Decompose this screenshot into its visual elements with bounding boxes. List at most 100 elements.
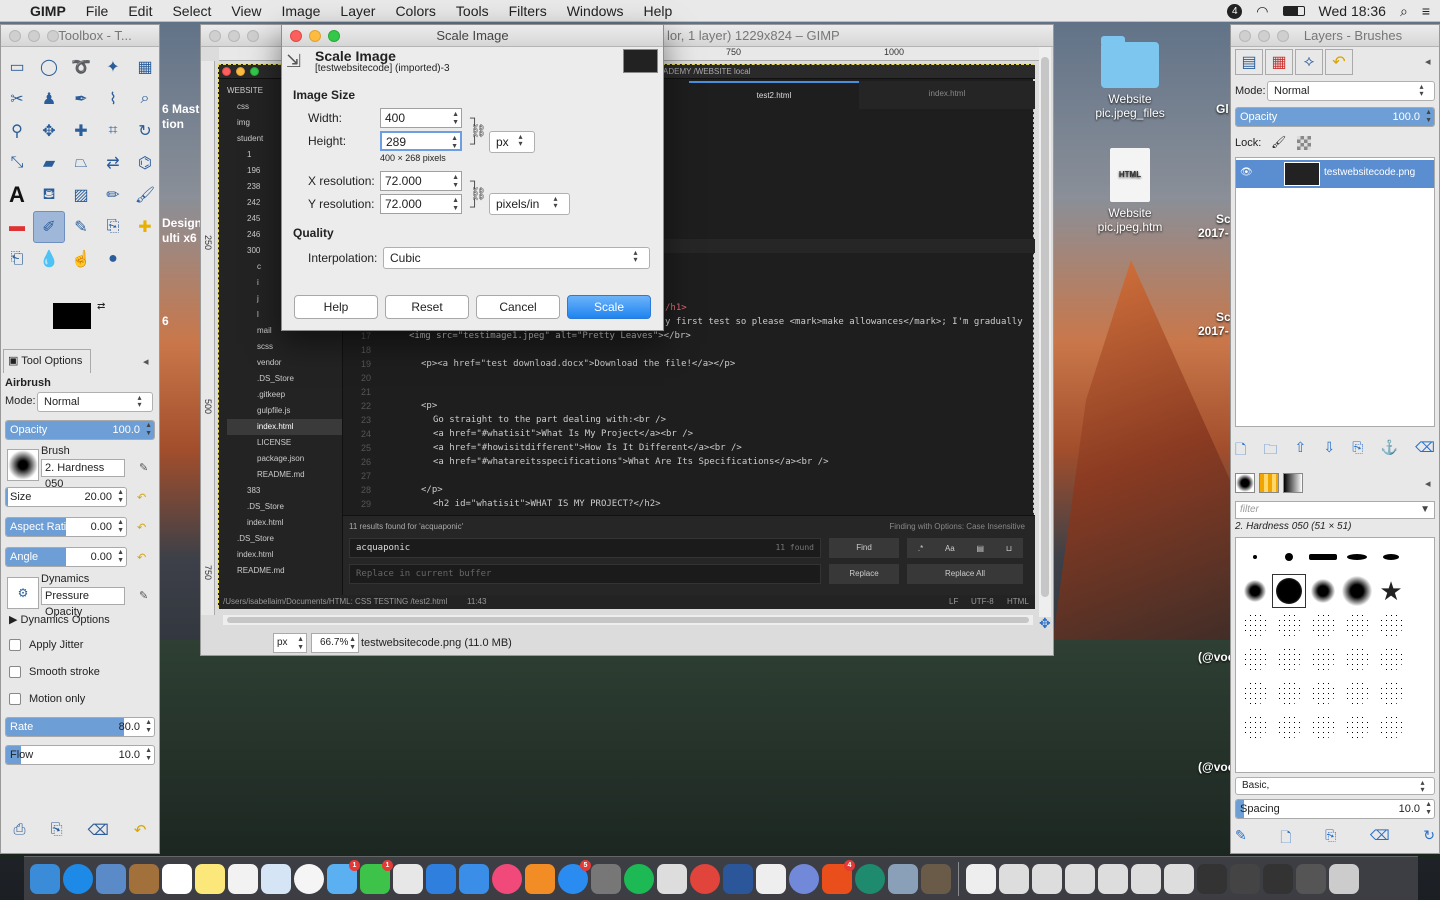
resolution-unit-select[interactable]: pixels/in — [489, 193, 570, 215]
smudge-icon[interactable]: ☝ — [65, 243, 97, 275]
paths-icon[interactable]: ✒ — [65, 83, 97, 115]
document-icon[interactable] — [756, 863, 786, 894]
size-slider[interactable]: Size 20.00 ▲ ▼ — [5, 487, 127, 507]
duplicate-layer-icon[interactable]: ⎘ — [1352, 439, 1363, 463]
ibooks-icon[interactable] — [525, 863, 555, 894]
window-thumbnail[interactable] — [1164, 863, 1194, 894]
brush-swatch[interactable] — [1340, 642, 1374, 676]
bucket-fill-icon[interactable]: ⛾ — [33, 179, 65, 211]
dynamics-icon[interactable]: ⚙ — [7, 577, 39, 609]
close-icon[interactable] — [290, 30, 302, 42]
zoom-select[interactable]: 66.7% ▲ ▼ — [311, 633, 359, 653]
brush-swatch[interactable] — [1306, 642, 1340, 676]
menu-select[interactable]: Select — [162, 0, 221, 22]
window-thumbnail[interactable] — [999, 863, 1029, 894]
spin-arrows-icon[interactable]: ▲ ▼ — [117, 489, 124, 505]
spin-arrows-icon[interactable]: ▲ ▼ — [452, 197, 459, 213]
aspect-ratio-slider[interactable]: Aspect Ratio 0.00 ▲ ▼ — [5, 517, 127, 537]
brush-swatch[interactable] — [1272, 540, 1306, 574]
spacing-slider[interactable]: Spacing 10.0 ▲ ▼ — [1235, 799, 1435, 819]
restore-options-icon[interactable]: ⎘ — [51, 821, 63, 839]
vertical-scrollbar[interactable] — [1039, 47, 1051, 617]
app-store-icon[interactable]: 5 — [558, 859, 591, 894]
channels-tab-icon[interactable]: ▦ — [1265, 49, 1293, 75]
save-options-icon[interactable]: ⎙ — [14, 821, 26, 839]
spin-arrows-icon[interactable]: ▲ ▼ — [1425, 109, 1432, 125]
cancel-button[interactable]: Cancel — [476, 295, 560, 319]
menu-windows[interactable]: Windows — [557, 0, 634, 22]
brush-preview[interactable] — [7, 449, 39, 481]
align-icon[interactable]: ✚ — [65, 115, 97, 147]
cage-icon[interactable]: ⌬ — [129, 147, 161, 179]
flow-slider[interactable]: Flow 10.0 ▲ ▼ — [5, 745, 155, 765]
system-preferences-icon[interactable] — [591, 863, 621, 894]
scale-icon[interactable]: ⤡ — [1, 147, 33, 179]
brush-swatch[interactable] — [1238, 710, 1272, 744]
brush-swatch[interactable] — [1238, 540, 1272, 574]
maps-icon[interactable] — [261, 863, 291, 894]
brush-preset-select[interactable]: Basic, — [1235, 777, 1435, 795]
reset-icon[interactable]: ↶ — [137, 491, 151, 505]
edit-brush-icon[interactable]: ✎ — [1235, 827, 1247, 851]
chevron-down-icon[interactable]: ▼ — [1420, 502, 1430, 518]
layer-mode-select[interactable]: Normal — [1267, 81, 1435, 101]
mode-select[interactable]: Normal — [37, 392, 153, 412]
perspective-icon[interactable]: ⏢ — [65, 147, 97, 179]
gimp-icon[interactable] — [921, 863, 951, 894]
scale-button[interactable]: Scale — [567, 295, 651, 319]
menu-edit[interactable]: Edit — [118, 0, 162, 22]
brushes-tab-icon[interactable] — [1235, 473, 1255, 493]
clone-icon[interactable]: ⎘ — [97, 211, 129, 243]
layers-tab-icon[interactable]: ▤ — [1235, 49, 1263, 75]
lock-alpha-icon[interactable] — [1297, 136, 1311, 150]
airbrush-icon[interactable]: ✐ — [33, 211, 65, 243]
text-icon[interactable]: A — [1, 179, 33, 211]
numbers-icon[interactable] — [426, 863, 456, 894]
brush-swatch[interactable] — [1374, 540, 1408, 574]
textedit-icon[interactable] — [393, 863, 423, 894]
foreground-color[interactable] — [53, 303, 91, 329]
undo-history-tab-icon[interactable]: ↶ — [1325, 49, 1353, 75]
brush-swatch[interactable] — [1238, 574, 1272, 608]
chrome-icon[interactable] — [690, 863, 720, 894]
help-button[interactable]: Help — [294, 295, 378, 319]
brush-swatch[interactable] — [1374, 608, 1408, 642]
crop-icon[interactable]: ⌗ — [97, 115, 129, 147]
spin-arrows-icon[interactable]: ▲ ▼ — [145, 719, 152, 735]
spotify-icon[interactable] — [624, 863, 654, 894]
window-thumbnail[interactable] — [1296, 863, 1326, 894]
clock[interactable]: Wed 18:36 — [1319, 3, 1386, 19]
window-controls[interactable] — [9, 30, 59, 42]
eraser-icon[interactable]: ▬ — [1, 211, 33, 243]
spin-arrows-icon[interactable]: ▲ ▼ — [145, 422, 152, 438]
spotlight-icon[interactable]: ⌕ — [1400, 3, 1408, 20]
brush-swatch[interactable] — [1340, 710, 1374, 744]
window-thumbnail[interactable] — [1065, 863, 1095, 894]
reset-button[interactable]: Reset — [385, 295, 469, 319]
spin-arrows-icon[interactable]: ▲ ▼ — [117, 519, 124, 535]
smooth-stroke-checkbox[interactable]: Smooth stroke — [9, 666, 100, 678]
brush-swatch[interactable] — [1374, 676, 1408, 710]
brush-swatch[interactable] — [1340, 608, 1374, 642]
rate-slider[interactable]: Rate 80.0 ▲ ▼ — [5, 717, 155, 737]
reset-options-icon[interactable]: ↶ — [134, 821, 147, 839]
spin-arrows-icon[interactable]: ▲ ▼ — [451, 135, 458, 151]
facetime-icon[interactable]: 1 — [360, 859, 393, 894]
panel-menu-icon[interactable]: ◂ — [143, 355, 157, 369]
brush-swatch[interactable] — [1306, 540, 1340, 574]
brush-swatch[interactable] — [1272, 710, 1306, 744]
dodge-burn-icon[interactable]: ● — [97, 243, 129, 275]
window-thumbnail[interactable] — [1263, 863, 1293, 894]
apply-jitter-checkbox[interactable]: Apply Jitter — [9, 639, 83, 651]
brush-swatch[interactable] — [1238, 608, 1272, 642]
rect-select-icon[interactable]: ▭ — [1, 51, 33, 83]
window-thumbnail[interactable] — [1131, 863, 1161, 894]
word-icon[interactable] — [723, 863, 753, 894]
delete-layer-icon[interactable]: ⌫ — [1415, 439, 1435, 463]
tab-tool-options[interactable]: ▣ Tool Options — [3, 349, 91, 373]
brush-swatch[interactable] — [1340, 540, 1374, 574]
ink-icon[interactable]: ✎ — [65, 211, 97, 243]
menu-view[interactable]: View — [221, 0, 271, 22]
y-resolution-field[interactable]: 72.000 ▲ ▼ — [380, 194, 462, 214]
brush-filter-input[interactable]: filter ▼ — [1235, 501, 1435, 519]
